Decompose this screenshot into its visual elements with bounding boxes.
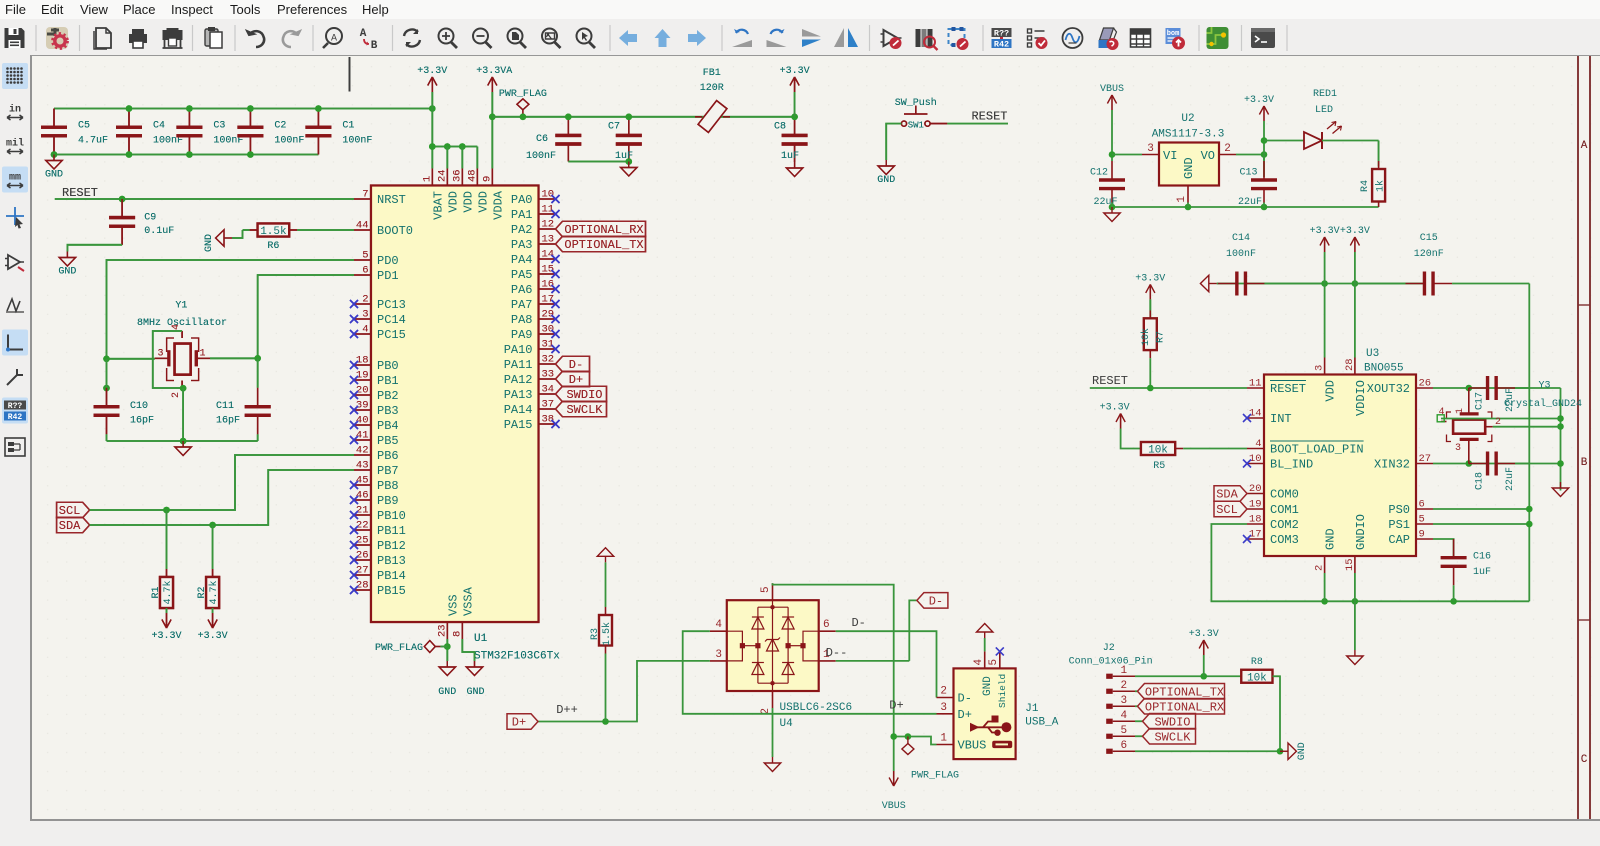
svg-text:R42: R42 [994,40,1009,50]
svg-text:R??: R?? [8,402,23,411]
svg-text:mil: mil [6,138,24,150]
svg-text:in: in [9,104,21,116]
svg-text:R42: R42 [8,413,23,422]
svg-text:B: B [371,40,378,52]
svg-text:A: A [360,28,367,40]
svg-text:mm: mm [9,173,21,184]
svg-text:A: A [331,34,337,45]
